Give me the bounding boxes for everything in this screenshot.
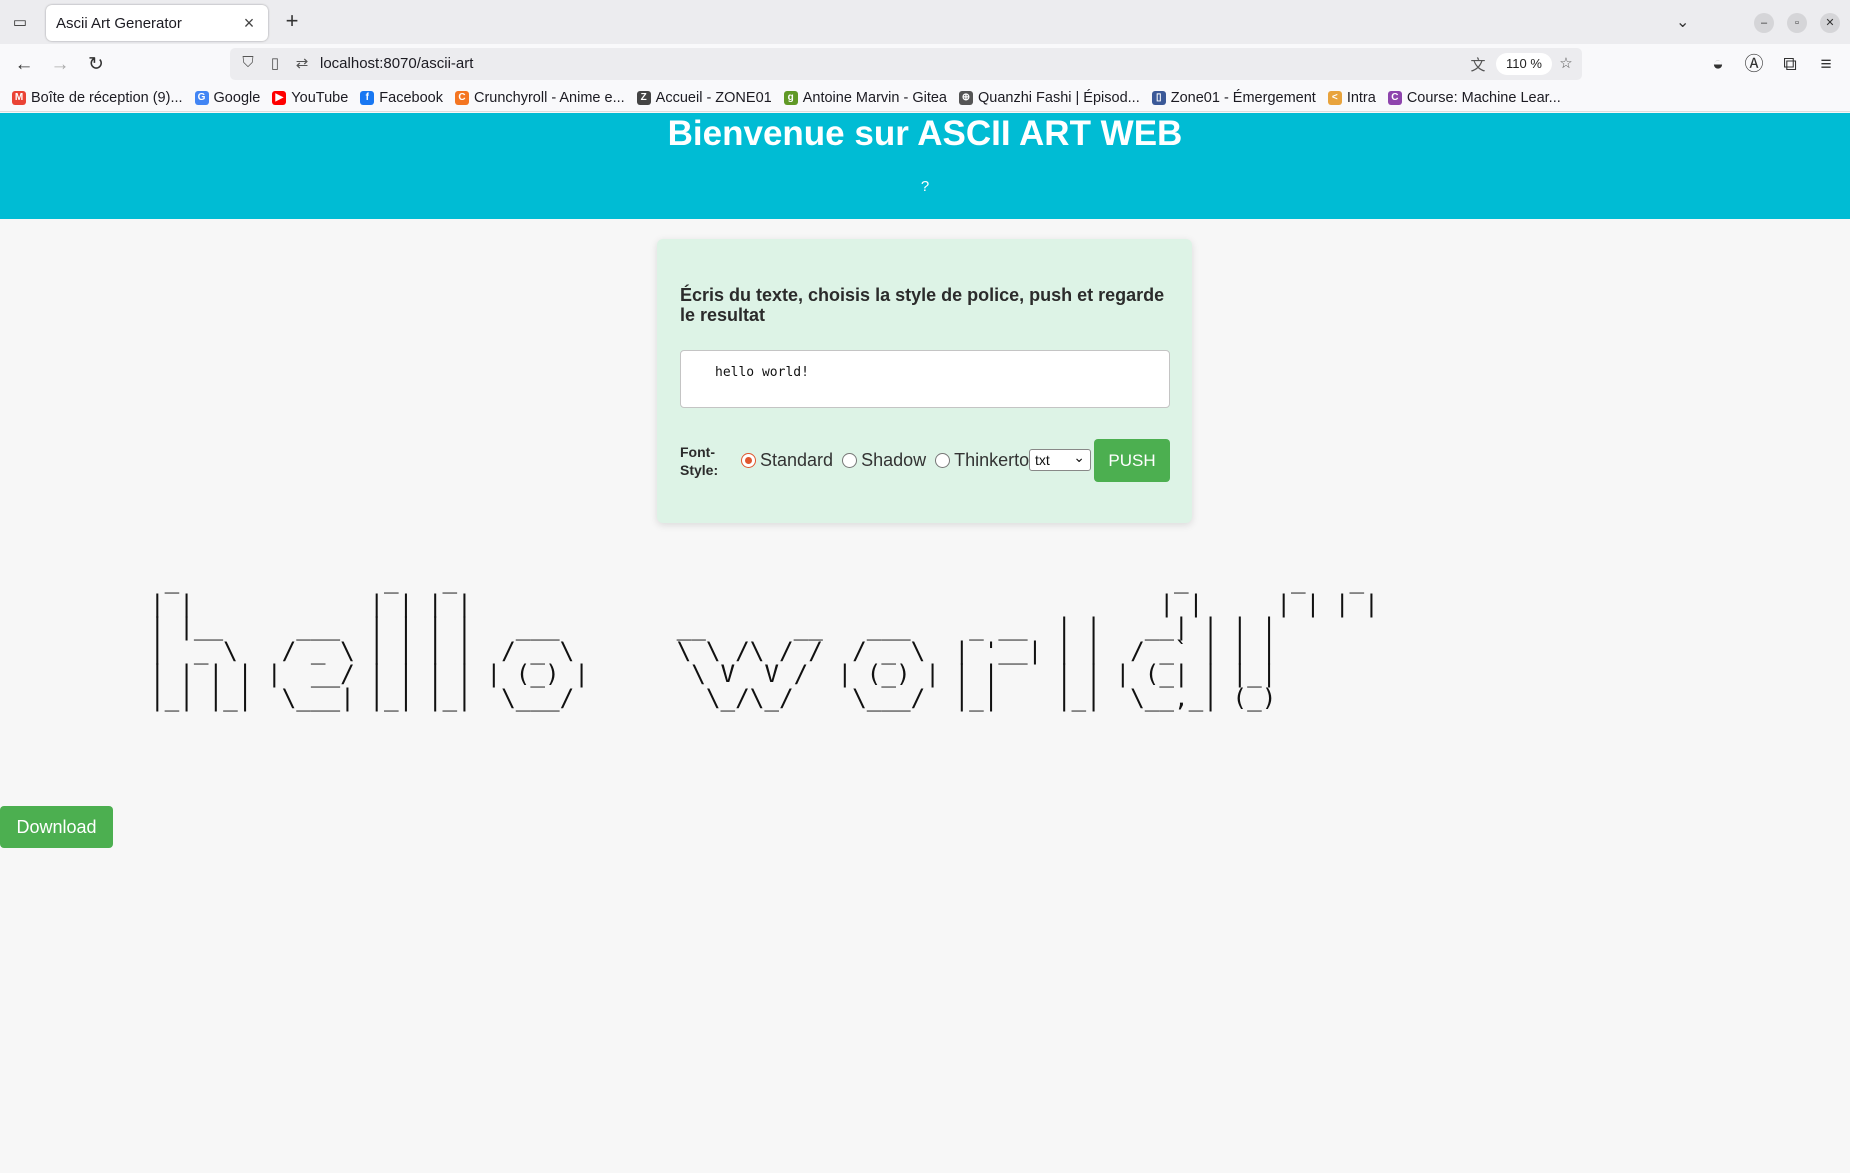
- menu-icon[interactable]: ≡: [1814, 53, 1838, 77]
- address-bar[interactable]: ⛉ ▯ ⇄ localhost:8070/ascii-art 文 110 % ☆: [230, 48, 1582, 80]
- bookmark-label: Zone01 - Émergement: [1170, 89, 1316, 106]
- browser-nav-bar: ← → ↻ ⛉ ▯ ⇄ localhost:8070/ascii-art 文 1…: [0, 44, 1850, 84]
- code-icon: <: [1327, 90, 1342, 105]
- document-icon: ▯: [1151, 90, 1166, 105]
- radio-button-shadow[interactable]: [842, 453, 858, 468]
- bookmark-label: Quanzhi Fashi | Épisod...: [977, 89, 1140, 106]
- bookmarks-bar: M Boîte de réception (9)... G Google ▶ YouTub…: [0, 84, 1850, 112]
- forward-icon[interactable]: →: [48, 53, 72, 77]
- extensions-icon[interactable]: ⧉: [1778, 53, 1802, 77]
- bookmark-label: Accueil - ZONE01: [655, 89, 772, 106]
- bookmark-item[interactable]: Z Accueil - ZONE01: [636, 89, 772, 106]
- bookmark-item[interactable]: ⊕ Quanzhi Fashi | Épisod...: [958, 89, 1140, 106]
- text-input[interactable]: hello world!: [680, 350, 1170, 408]
- radio-standard[interactable]: Standard: [741, 450, 842, 471]
- bookmark-label: Crunchyroll - Anime e...: [473, 89, 625, 106]
- page-header: Bienvenue sur ASCII ART WEB ?: [0, 113, 1850, 219]
- bookmark-item[interactable]: M Boîte de réception (9)...: [12, 90, 183, 106]
- ascii-form-card: Écris du texte, choisis la style de poli…: [657, 239, 1192, 523]
- bookmark-item[interactable]: C Crunchyroll - Anime e...: [454, 89, 625, 106]
- gitea-icon: g: [783, 90, 798, 105]
- bookmark-label: Facebook: [379, 89, 443, 106]
- bookmark-item[interactable]: < Intra: [1327, 89, 1376, 106]
- browser-tab[interactable]: Ascii Art Generator ×: [46, 5, 268, 41]
- facebook-icon: f: [360, 90, 375, 105]
- help-link[interactable]: ?: [915, 178, 935, 195]
- shield-icon[interactable]: ⛉: [238, 54, 258, 71]
- font-style-label: Font-Style:: [680, 444, 719, 478]
- permissions-icon[interactable]: ⇄: [292, 54, 312, 72]
- star-icon[interactable]: ☆: [1556, 54, 1576, 72]
- bookmark-label: Boîte de réception (9)...: [31, 89, 183, 106]
- bookmark-label: Antoine Marvin - Gitea: [802, 89, 947, 106]
- format-select[interactable]: txt: [1029, 447, 1091, 471]
- bookmark-item[interactable]: ▶ YouTube: [272, 90, 348, 106]
- bookmark-item[interactable]: ▯ Zone01 - Émergement: [1151, 89, 1316, 106]
- bookmark-label: Course: Machine Lear...: [1406, 89, 1561, 106]
- back-icon[interactable]: ←: [12, 53, 36, 77]
- globe-icon: ⊕: [958, 90, 973, 105]
- account-icon[interactable]: Ⓐ: [1742, 53, 1766, 77]
- tab-title: Ascii Art Generator: [56, 14, 182, 32]
- translate-icon[interactable]: 文: [1468, 54, 1488, 75]
- page-icon[interactable]: ▯: [265, 54, 285, 72]
- radio-label-standard: Standard: [760, 450, 834, 470]
- minimize-icon[interactable]: –: [1754, 13, 1774, 33]
- url-text[interactable]: localhost:8070/ascii-art: [320, 55, 473, 72]
- youtube-icon: ▶: [272, 90, 287, 105]
- bookmark-item[interactable]: C Course: Machine Lear...: [1387, 89, 1561, 106]
- zone01-icon: Z: [636, 90, 651, 105]
- close-window-icon[interactable]: ✕: [1820, 13, 1840, 33]
- download-button[interactable]: Download: [0, 806, 113, 848]
- bookmark-label: Intra: [1346, 89, 1376, 106]
- tab-close-icon[interactable]: ×: [240, 13, 258, 34]
- radio-label-thinkertoy: Thinkertoy: [954, 450, 1039, 470]
- crunchyroll-icon: C: [454, 90, 469, 105]
- radio-button-thinkertoy[interactable]: [935, 453, 951, 468]
- bookmark-label: Google: [213, 89, 261, 106]
- chevron-down-icon[interactable]: ⌄: [1676, 12, 1689, 32]
- zoom-level[interactable]: 110 %: [1496, 53, 1552, 75]
- pocket-icon[interactable]: ◒: [1706, 53, 1730, 77]
- browser-tab-bar: ▭ Ascii Art Generator × + ⌄ – ▫ ✕: [0, 0, 1850, 44]
- form-heading: Écris du texte, choisis la style de poli…: [680, 285, 1165, 325]
- new-tab-button[interactable]: +: [280, 10, 304, 34]
- maximize-icon[interactable]: ▫: [1787, 13, 1807, 33]
- radio-button-standard[interactable]: [741, 453, 756, 468]
- push-button[interactable]: PUSH: [1094, 439, 1170, 482]
- tab-list-icon[interactable]: ▭: [8, 10, 32, 34]
- bookmark-label: YouTube: [291, 89, 349, 106]
- ascii-art-output: _ _ _ _ _ _ | | | | | | | | | | | | | |_…: [150, 565, 1379, 712]
- bookmark-item[interactable]: g Antoine Marvin - Gitea: [783, 89, 947, 106]
- page-title: Bienvenue sur ASCII ART WEB: [667, 114, 1183, 153]
- gmail-icon: M: [12, 90, 26, 105]
- radio-label-shadow: Shadow: [861, 450, 927, 470]
- google-icon: G: [194, 90, 209, 105]
- reload-icon[interactable]: ↻: [84, 53, 108, 77]
- course-icon: C: [1387, 90, 1402, 105]
- font-style-radio-group: Standard Shadow Thinkertoy: [741, 450, 1047, 471]
- bookmark-item[interactable]: G Google: [194, 89, 261, 106]
- bookmark-item[interactable]: f Facebook: [360, 90, 443, 106]
- radio-shadow[interactable]: Shadow: [842, 450, 935, 471]
